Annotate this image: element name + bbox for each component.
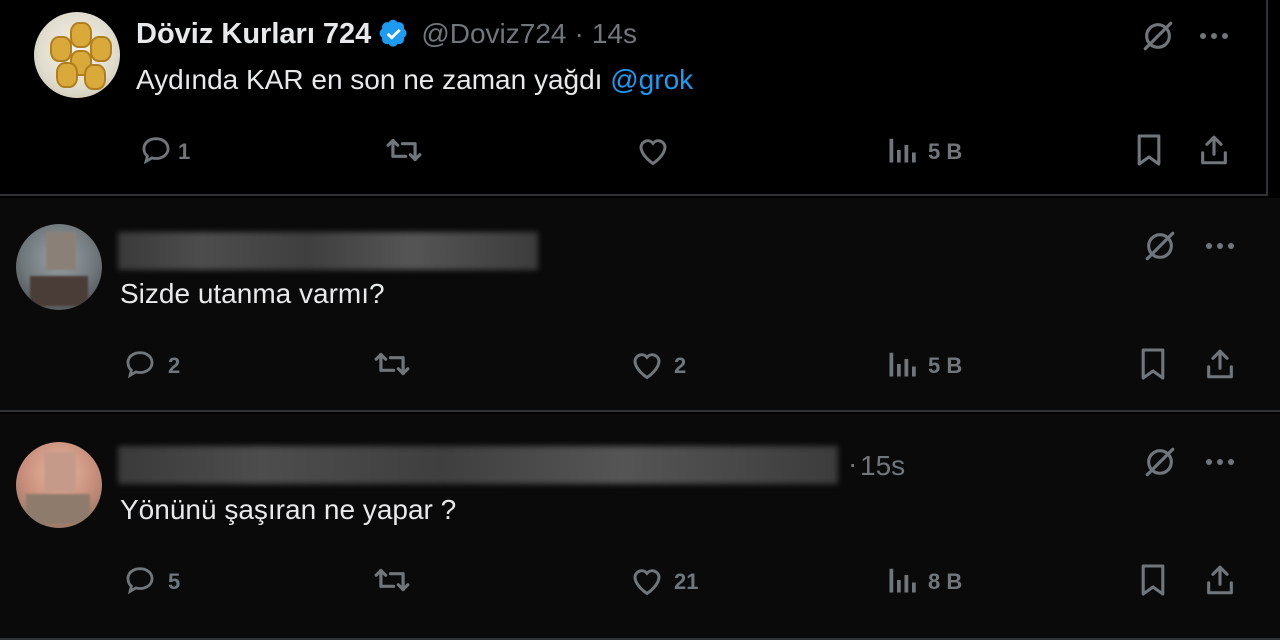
redacted-author: [118, 232, 538, 270]
repost-icon[interactable]: [370, 344, 414, 384]
share-icon[interactable]: [1200, 344, 1240, 384]
tweet-text-content: Aydında KAR en son ne zaman yağdı: [136, 64, 603, 95]
view-count: 5 B: [928, 139, 963, 164]
views-icon[interactable]: [884, 132, 920, 168]
more-icon[interactable]: [1194, 16, 1234, 56]
avatar[interactable]: [34, 12, 120, 98]
tweet-original[interactable]: Döviz Kurları 724 @Doviz724 · 14s Aydınd…: [0, 0, 1268, 196]
handle[interactable]: @Doviz724: [421, 18, 566, 50]
tweet-text: Sizde utanma varmı?: [120, 278, 385, 309]
tweet-text: Yönünü şaşıran ne yapar ?: [120, 494, 457, 525]
redacted-author: [118, 446, 838, 484]
reply-icon[interactable]: [136, 130, 176, 170]
reply-icon[interactable]: [120, 344, 160, 384]
mention-link[interactable]: @grok: [610, 64, 693, 95]
grok-icon[interactable]: [1140, 442, 1180, 482]
reply-tweet[interactable]: Sizde utanma varmı? 2 2 5 B: [0, 198, 1280, 412]
tweet-header: Döviz Kurları 724 @Doviz724 · 14s: [136, 14, 637, 54]
reply-icon[interactable]: [120, 560, 160, 600]
share-icon[interactable]: [1200, 560, 1240, 600]
bookmark-icon[interactable]: [1130, 130, 1168, 170]
reply-count: 2: [168, 353, 181, 378]
more-icon[interactable]: [1200, 442, 1240, 482]
repost-icon[interactable]: [370, 560, 414, 600]
share-icon[interactable]: [1194, 130, 1234, 170]
repost-icon[interactable]: [382, 130, 426, 170]
grok-icon[interactable]: [1140, 226, 1180, 266]
like-count: 21: [674, 569, 699, 594]
reply-tweet[interactable]: · 15s Yönünü şaşıran ne yapar ? 5 21 8 B: [0, 414, 1280, 640]
avatar[interactable]: [16, 442, 102, 528]
tweet-text: Aydında KAR en son ne zaman yağdı @grok: [136, 64, 693, 96]
bookmark-icon[interactable]: [1134, 560, 1172, 600]
views-icon[interactable]: [884, 562, 920, 598]
timestamp[interactable]: 15s: [860, 450, 905, 482]
grok-icon[interactable]: [1138, 16, 1178, 56]
verified-badge-icon: [379, 19, 407, 47]
like-icon[interactable]: [626, 560, 668, 600]
view-count: 8 B: [928, 569, 963, 594]
like-count: 2: [674, 353, 687, 378]
view-count: 5 B: [928, 353, 963, 378]
like-icon[interactable]: [626, 344, 668, 384]
bookmark-icon[interactable]: [1134, 344, 1172, 384]
separator-dot: ·: [574, 18, 584, 49]
more-icon[interactable]: [1200, 226, 1240, 266]
views-icon[interactable]: [884, 346, 920, 382]
display-name[interactable]: Döviz Kurları 724: [136, 18, 371, 51]
timestamp[interactable]: 14s: [592, 18, 637, 50]
reply-count: 5: [168, 569, 181, 594]
separator-dot: ·: [848, 448, 858, 479]
reply-count: 1: [178, 139, 191, 164]
like-icon[interactable]: [632, 130, 674, 170]
avatar[interactable]: [16, 224, 102, 310]
